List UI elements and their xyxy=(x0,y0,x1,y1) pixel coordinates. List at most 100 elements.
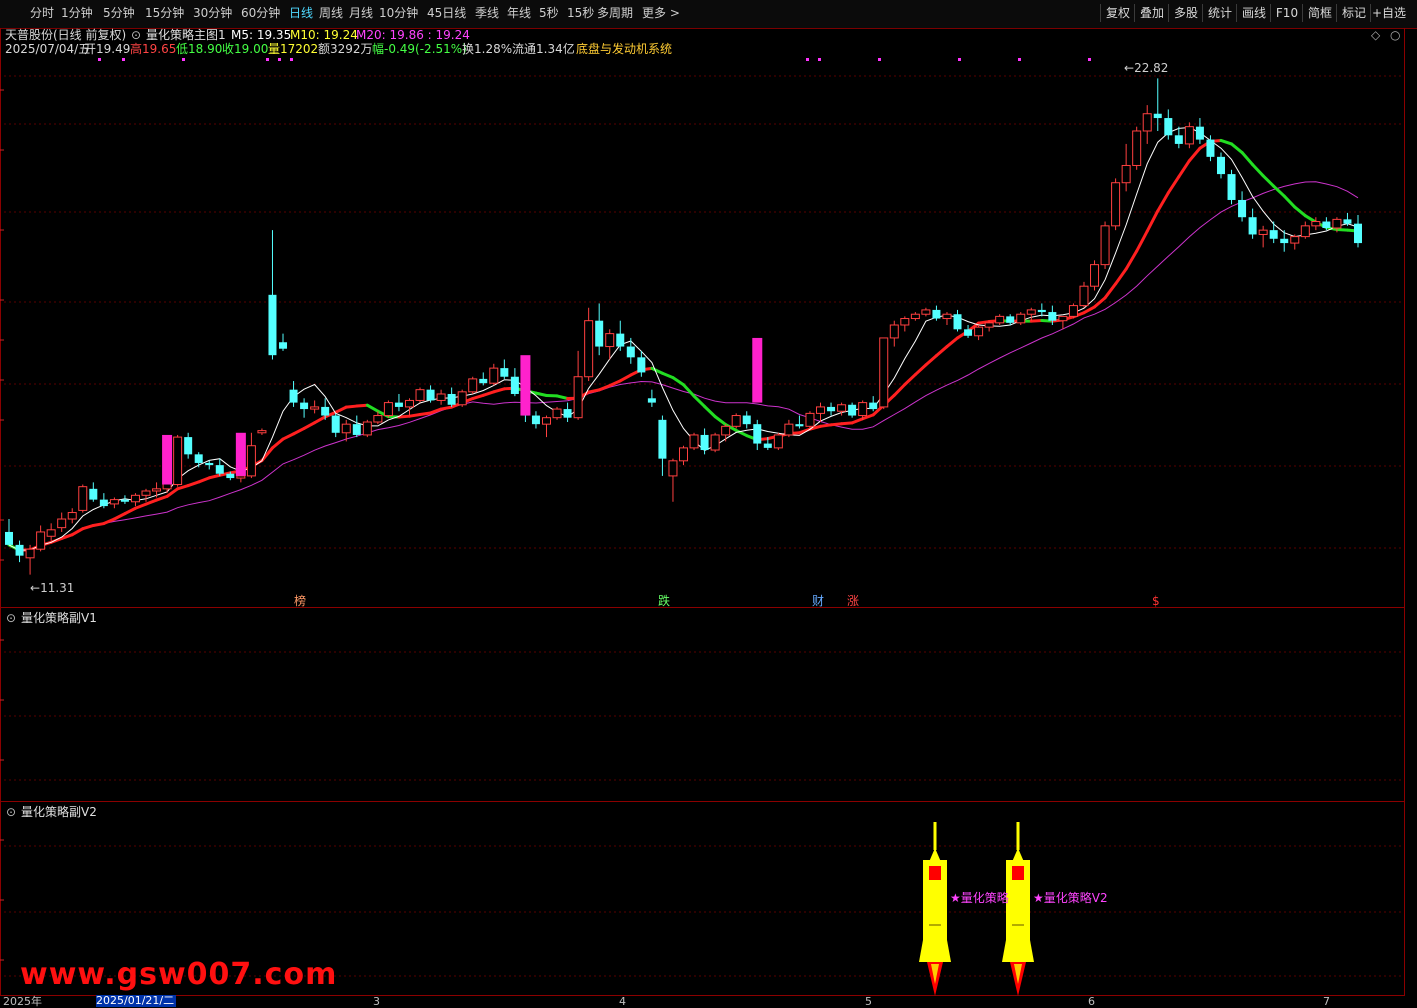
chart-canvas[interactable] xyxy=(0,0,1417,1007)
ma10-segment-119 xyxy=(1253,165,1264,176)
candle-body-26 xyxy=(279,342,287,348)
ma10-segment-90 xyxy=(947,338,958,347)
ma10-segment-78 xyxy=(821,425,832,427)
candle-body-39 xyxy=(416,390,424,401)
candle-body-16 xyxy=(174,437,182,484)
ma10-segment-59 xyxy=(620,375,631,381)
candle-body-44 xyxy=(469,379,477,392)
ma10-segment-13 xyxy=(135,504,146,508)
candle-body-29 xyxy=(311,407,319,409)
ma10-segment-33 xyxy=(346,406,357,407)
candle-body-105 xyxy=(1112,183,1120,226)
ma10-segment-42 xyxy=(441,407,452,409)
candle-body-96 xyxy=(1017,314,1025,323)
magenta-signal-bar-2 xyxy=(520,355,530,415)
low-price-annotation: ←11.31 xyxy=(30,581,74,595)
candle-body-7 xyxy=(79,487,87,511)
v2-toggle-icon[interactable]: ⊙ xyxy=(6,805,16,819)
ma10-segment-88 xyxy=(926,356,937,365)
ma10-segment-18 xyxy=(188,482,199,486)
ma10-segment-41 xyxy=(431,409,442,413)
candle-body-27 xyxy=(290,390,298,403)
event-marker-bang[interactable]: 榜 xyxy=(294,594,306,608)
candle-body-2 xyxy=(26,549,34,558)
candle-body-6 xyxy=(68,513,76,519)
candle-body-103 xyxy=(1091,265,1099,287)
candle-body-100 xyxy=(1059,316,1067,320)
candle-body-32 xyxy=(342,424,350,433)
ma10-segment-17 xyxy=(178,486,189,489)
candle-body-122 xyxy=(1291,237,1299,243)
candle-body-52 xyxy=(553,409,561,418)
ma10-segment-11 xyxy=(114,514,125,519)
event-marker-zhang[interactable]: 涨 xyxy=(847,594,859,608)
magenta-signal-bar-0 xyxy=(162,435,172,485)
candle-body-104 xyxy=(1101,226,1109,265)
ma10-segment-9 xyxy=(93,524,104,526)
candle-body-79 xyxy=(838,405,846,411)
candle-body-8 xyxy=(89,489,97,500)
candle-body-85 xyxy=(901,319,909,325)
event-marker-die[interactable]: 跌 xyxy=(658,594,670,608)
ma10-segment-53 xyxy=(557,396,568,399)
candle-body-93 xyxy=(985,323,993,327)
ma10-segment-30 xyxy=(315,417,326,423)
ma10-segment-12 xyxy=(125,508,136,513)
candle-body-14 xyxy=(153,489,161,491)
sub-v2-title[interactable]: 量化策略副V2 xyxy=(21,805,97,819)
candle-body-81 xyxy=(859,403,867,416)
candle-body-1 xyxy=(16,545,24,556)
ma10-segment-112 xyxy=(1179,161,1190,177)
candle-body-57 xyxy=(606,334,614,347)
candle-body-46 xyxy=(490,368,498,383)
v2-signal-label-2: ★量化策略V2 xyxy=(1033,891,1108,905)
candle-body-113 xyxy=(1196,127,1204,140)
candle-body-91 xyxy=(964,329,972,335)
candle-body-107 xyxy=(1133,131,1141,165)
candle-body-42 xyxy=(448,394,456,405)
rocket-nose-0 xyxy=(929,848,941,862)
v1-toggle-icon[interactable]: ⊙ xyxy=(6,611,16,625)
candle-body-59 xyxy=(627,347,635,358)
ma10-segment-35 xyxy=(367,405,378,411)
ma10-segment-109 xyxy=(1147,211,1158,231)
ma10-segment-28 xyxy=(294,428,305,433)
candle-body-97 xyxy=(1027,310,1035,314)
ma10-segment-29 xyxy=(304,423,315,429)
candle-body-89 xyxy=(943,314,951,318)
top-signal-dot-3 xyxy=(266,58,269,61)
candle-body-106 xyxy=(1122,165,1130,182)
ma10-segment-111 xyxy=(1168,177,1179,193)
candle-body-123 xyxy=(1301,226,1309,237)
candle-body-41 xyxy=(437,394,445,400)
sub-v1-title[interactable]: 量化策略副V1 xyxy=(21,611,97,625)
candle-body-19 xyxy=(205,463,213,465)
candle-body-0 xyxy=(5,532,13,545)
candle-body-112 xyxy=(1185,127,1193,144)
ma10-segment-14 xyxy=(146,500,157,504)
candle-body-95 xyxy=(1006,316,1014,322)
candle-body-63 xyxy=(669,461,677,476)
candle-body-17 xyxy=(184,437,192,454)
candle-body-10 xyxy=(110,500,118,504)
candle-body-78 xyxy=(827,407,835,411)
candle-body-9 xyxy=(100,500,108,506)
event-marker-cai[interactable]: 财 xyxy=(812,594,824,608)
candle-body-87 xyxy=(922,310,930,314)
candle-body-124 xyxy=(1312,222,1320,226)
ma10-segment-51 xyxy=(536,393,547,395)
top-signal-dot-11 xyxy=(1088,58,1091,61)
candle-body-66 xyxy=(701,435,709,450)
candle-body-86 xyxy=(911,314,919,318)
candle-body-56 xyxy=(595,321,603,347)
ma10-segment-116 xyxy=(1221,140,1232,143)
ma10-segment-20 xyxy=(209,475,220,478)
ma10-segment-34 xyxy=(357,405,368,406)
ma10-segment-80 xyxy=(842,423,853,424)
ma10-segment-65 xyxy=(684,385,695,396)
candle-body-69 xyxy=(732,416,740,427)
event-marker-dollar[interactable]: $ xyxy=(1152,594,1160,608)
candle-body-11 xyxy=(121,500,129,502)
top-signal-dot-1 xyxy=(122,58,125,61)
candle-body-73 xyxy=(774,435,782,448)
